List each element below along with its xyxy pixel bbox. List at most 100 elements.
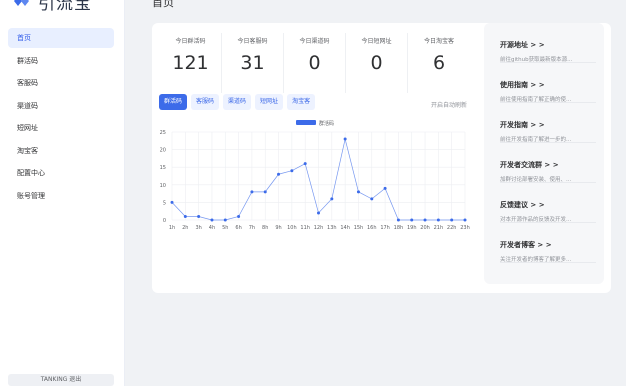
x-tick-label: 17h xyxy=(380,225,390,231)
stat-value: 31 xyxy=(240,52,265,74)
hourly-line-chart: 0 5 10 15 20 25 1h 2h 3h 4h 5h 6h 7h 8h 9h 10h 11h 12h 13h… xyxy=(160,120,470,231)
data-point xyxy=(450,218,454,222)
data-point xyxy=(356,190,360,194)
y-tick-label: 10 xyxy=(160,183,166,189)
sidebar-item-home[interactable]: 首页 xyxy=(8,28,114,48)
y-tick-label: 15 xyxy=(160,165,166,171)
link-dev-group[interactable]: 开发者交流群 > > 加群讨论部署安装、使用、... xyxy=(500,143,596,183)
data-point xyxy=(396,218,400,222)
y-tick-label: 5 xyxy=(163,200,166,206)
x-tick-label: 9h xyxy=(275,225,281,231)
stat-value: 121 xyxy=(172,52,209,74)
resource-links-card: 开源地址 > > 前往github获取最新版本源... 使用指南 > > 前往使… xyxy=(484,23,604,284)
x-tick-label: 23h xyxy=(460,225,470,231)
sidebar-item-group-code[interactable]: 群活码 xyxy=(8,51,114,71)
link-desc: 前往github获取最新版本源... xyxy=(500,57,573,63)
data-point xyxy=(210,218,214,222)
tab-channel-code[interactable]: 渠道码 xyxy=(223,94,252,110)
app-name: 引流宝 xyxy=(38,0,92,14)
sidebar-item-config[interactable]: 配置中心 xyxy=(8,163,114,183)
y-tick-label: 25 xyxy=(160,130,166,136)
stat-label: 今日客服码 xyxy=(237,38,268,45)
stat-label: 今日渠道码 xyxy=(299,38,330,45)
link-desc: 前往开发指南了解进一步的... xyxy=(500,137,572,143)
x-tick-label: 4h xyxy=(209,225,215,231)
data-point xyxy=(463,218,467,222)
stat-channel-code: 今日渠道码 0 xyxy=(284,33,346,93)
sidebar-item-short-url[interactable]: 短网址 xyxy=(8,118,114,138)
link-source[interactable]: 开源地址 > > 前往github获取最新版本源... xyxy=(500,23,596,63)
sidebar-item-taobaoke[interactable]: 淘宝客 xyxy=(8,141,114,161)
sidebar-item-accounts[interactable]: 账号管理 xyxy=(8,186,114,206)
x-tick-label: 5h xyxy=(222,225,228,231)
x-tick-label: 16h xyxy=(367,225,377,231)
x-tick-label: 14h xyxy=(340,225,350,231)
data-point xyxy=(370,197,374,201)
data-point xyxy=(183,214,187,218)
link-title: 使用指南 > > xyxy=(500,81,545,89)
user-logout-bar[interactable]: TANKING 退出 xyxy=(8,374,114,386)
legend-swatch xyxy=(296,120,316,125)
tab-service-code[interactable]: 客服码 xyxy=(191,94,220,110)
link-title: 开源地址 > > xyxy=(500,41,545,49)
x-tick-label: 22h xyxy=(447,225,457,231)
logo-icon xyxy=(14,0,29,6)
data-point xyxy=(170,200,174,204)
link-desc: 前往使用指南了解正确的使... xyxy=(500,97,572,103)
link-title: 开发指南 > > xyxy=(500,121,545,129)
data-point xyxy=(277,172,281,176)
stats-row: 今日群活码 121 今日客服码 31 今日渠道码 0 今日短网址 0 今日淘宝客… xyxy=(160,33,470,93)
stat-label: 今日群活码 xyxy=(175,38,206,45)
link-title: 反馈建议 > > xyxy=(500,201,545,209)
x-tick-label: 11h xyxy=(300,225,310,231)
x-tick-label: 15h xyxy=(354,225,364,231)
x-tick-label: 7h xyxy=(249,225,255,231)
app-logo[interactable]: 引流宝 xyxy=(12,0,92,14)
link-title: 开发者博客 > > xyxy=(500,241,552,249)
stat-taobaoke: 今日淘宝客 6 xyxy=(408,33,470,93)
data-point xyxy=(263,190,267,194)
data-point xyxy=(237,214,241,218)
link-desc: 加群讨论部署安装、使用、... xyxy=(500,177,572,183)
data-point xyxy=(223,218,227,222)
tab-short-url[interactable]: 短网址 xyxy=(255,94,284,110)
x-tick-label: 6h xyxy=(235,225,241,231)
stat-service-code: 今日客服码 31 xyxy=(222,33,284,93)
link-dev-blog[interactable]: 开发者博客 > > 关注开发者的博客了解更多... xyxy=(500,223,596,263)
tab-group-code[interactable]: 群活码 xyxy=(159,94,188,110)
link-usage-guide[interactable]: 使用指南 > > 前往使用指南了解正确的使... xyxy=(500,63,596,103)
sidebar-item-channel-code[interactable]: 渠道码 xyxy=(8,96,114,116)
auto-refresh-toggle[interactable]: 开启自动刷新 xyxy=(431,100,467,109)
x-tick-label: 3h xyxy=(195,225,201,231)
data-point xyxy=(250,190,254,194)
x-tick-label: 10h xyxy=(287,225,297,231)
sidebar-item-service-code[interactable]: 客服码 xyxy=(8,73,114,93)
data-point xyxy=(423,218,427,222)
link-dev-guide[interactable]: 开发指南 > > 前往开发指南了解进一步的... xyxy=(500,103,596,143)
x-tick-label: 12h xyxy=(314,225,324,231)
legend-label: 群活码 xyxy=(319,120,334,127)
page-title: 首页 xyxy=(152,0,174,9)
stat-group-code: 今日群活码 121 xyxy=(160,33,222,93)
x-tick-label: 20h xyxy=(420,225,430,231)
sidebar-menu: 首页 群活码 客服码 渠道码 短网址 淘宝客 配置中心 账号管理 xyxy=(8,28,114,208)
link-feedback[interactable]: 反馈建议 > > 对本开源作品的反馈及开发... xyxy=(500,183,596,223)
x-tick-label: 1h xyxy=(169,225,175,231)
data-point xyxy=(290,169,294,173)
link-title: 开发者交流群 > > xyxy=(500,161,559,169)
stat-label: 今日淘宝客 xyxy=(423,38,454,45)
stat-value: 0 xyxy=(308,52,321,74)
x-tick-label: 2h xyxy=(182,225,188,231)
chart-tabs: 群活码 客服码 渠道码 短网址 淘宝客 xyxy=(159,94,319,110)
stat-short-url: 今日短网址 0 xyxy=(346,33,408,93)
x-tick-label: 19h xyxy=(407,225,417,231)
link-desc: 关注开发者的博客了解更多... xyxy=(500,257,572,263)
tab-taobaoke[interactable]: 淘宝客 xyxy=(287,94,316,110)
x-tick-label: 8h xyxy=(262,225,268,231)
data-point xyxy=(303,162,307,166)
x-tick-label: 18h xyxy=(394,225,404,231)
data-point xyxy=(317,211,320,215)
data-point xyxy=(197,214,201,218)
y-tick-label: 0 xyxy=(163,218,166,224)
sidebar: 引流宝 首页 群活码 客服码 渠道码 短网址 淘宝客 配置中心 账号管理 TAN… xyxy=(0,0,125,386)
